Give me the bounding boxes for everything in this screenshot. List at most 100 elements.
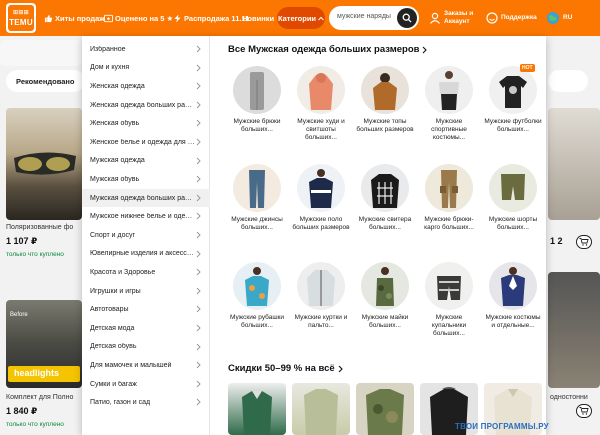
- chevron-right-icon: [196, 305, 202, 313]
- subcategory-item[interactable]: Мужские купальники больших...: [420, 262, 478, 352]
- subcategory-item[interactable]: Мужские свитера больших...: [356, 164, 414, 254]
- categories-dropdown: Избранное Дом и кухня Женская одежда Женска…: [82, 36, 546, 435]
- subcategory-label: Мужские поло больших размеров: [292, 216, 350, 231]
- subcategory-item[interactable]: Мужские худи и свитшоты больших...: [292, 66, 350, 156]
- deal-item[interactable]: [228, 383, 286, 435]
- subcategory-label: Мужские рубашки больших...: [229, 314, 285, 329]
- search-bar[interactable]: мужские наряды: [329, 6, 419, 30]
- subcategory-item[interactable]: Мужские костюмы и отдельные...: [484, 262, 542, 352]
- category-item[interactable]: Детская обувь: [82, 338, 210, 357]
- product-image[interactable]: Before headlights: [6, 300, 82, 388]
- subcategory-label: Мужские куртки и пальто...: [294, 314, 348, 329]
- account-menu[interactable]: Заказы и Аккаунт: [429, 0, 473, 36]
- subcategory-label: Мужские футболки больших...: [484, 118, 542, 133]
- support-link[interactable]: Поддержка: [486, 0, 537, 36]
- subcategory-label: Мужские шорты больших...: [488, 216, 538, 231]
- subcategory-item[interactable]: Мужские поло больших размеров: [292, 164, 350, 254]
- tracksuit-icon: [425, 66, 473, 114]
- category-item[interactable]: Женское белье и одежда для дома: [82, 133, 210, 152]
- subcategory-item[interactable]: Мужские брюки больших...: [228, 66, 286, 156]
- add-to-cart-button[interactable]: [576, 235, 592, 249]
- language-selector[interactable]: RU: [546, 0, 572, 36]
- tshirt-icon: [489, 66, 537, 114]
- category-item[interactable]: Мужская одежда: [82, 152, 210, 171]
- user-icon: [429, 12, 441, 24]
- subcategory-label: Мужские брюки-карго больших...: [424, 216, 474, 231]
- recommended-chip[interactable]: Рекомендовано: [6, 70, 85, 92]
- chevron-up-icon: [318, 16, 324, 21]
- subcategory-item[interactable]: Мужские куртки и пальто...: [292, 262, 350, 352]
- category-item[interactable]: Спорт и досуг: [82, 226, 210, 245]
- chevron-right-icon: [196, 101, 202, 109]
- chevron-right-icon: [196, 398, 202, 406]
- category-item[interactable]: Дом и кухня: [82, 59, 210, 78]
- cart-icon: [579, 238, 589, 246]
- chevron-right-icon: [196, 250, 202, 258]
- hoodie-icon: [297, 66, 345, 114]
- chevron-right-icon: [196, 361, 202, 369]
- add-to-cart-button[interactable]: [576, 404, 592, 418]
- subcategory-item[interactable]: Мужские майки больших...: [356, 262, 414, 352]
- subcategory-item[interactable]: Мужские джинсы больших...: [228, 164, 286, 254]
- subcategory-item[interactable]: Мужские шорты больших...: [484, 164, 542, 254]
- product-image[interactable]: [6, 108, 82, 220]
- category-item[interactable]: Красота и Здоровье: [82, 263, 210, 282]
- category-item[interactable]: Для мамочек и малышей: [82, 356, 210, 375]
- category-item[interactable]: Сумки и багаж: [82, 375, 210, 394]
- nav-new[interactable]: Новинки: [242, 0, 274, 36]
- deal-item[interactable]: [292, 383, 350, 435]
- nav-bestsellers[interactable]: Хиты продаж: [44, 0, 105, 36]
- subcategory-label: Мужские худи и свитшоты больших...: [297, 118, 345, 141]
- globe-icon: [546, 11, 560, 25]
- category-item[interactable]: Мужское нижнее белье и одежда для сна: [82, 207, 210, 226]
- chevron-right-icon: [196, 324, 202, 332]
- rating-icon: [104, 14, 113, 23]
- temu-logo[interactable]: ⊞⊞⊞ TEMU: [6, 3, 36, 33]
- thumbs-up-icon: [44, 14, 53, 23]
- chevron-right-icon: [196, 194, 202, 202]
- product-image[interactable]: [548, 108, 600, 220]
- category-item[interactable]: Женская одежда: [82, 77, 210, 96]
- category-item[interactable]: Патио, газон и сад: [82, 393, 210, 412]
- subcategory-label: Мужские джинсы больших...: [231, 216, 283, 231]
- chevron-right-icon: [422, 46, 428, 54]
- category-item[interactable]: Ювелирные изделия и аксессуары: [82, 245, 210, 264]
- categories-button[interactable]: Категории: [277, 7, 325, 29]
- category-item[interactable]: Автотовары: [82, 300, 210, 319]
- suit-icon: [489, 262, 537, 310]
- search-input[interactable]: мужские наряды: [337, 13, 391, 20]
- deal-item[interactable]: [356, 383, 414, 435]
- category-item[interactable]: Женская обувь: [82, 114, 210, 133]
- nav-sale[interactable]: Распродажа 11.11: [173, 0, 249, 36]
- deals-title-link[interactable]: Скидки 50–99 % на всё: [228, 363, 343, 374]
- jacket-icon: [297, 262, 345, 310]
- category-item[interactable]: Мужская обувь: [82, 170, 210, 189]
- subcategory-label: Мужские свитера больших...: [358, 216, 412, 231]
- nav-five-stars[interactable]: Оценено на 5 ★: [104, 0, 173, 36]
- chevron-right-icon: [196, 268, 202, 276]
- support-smile-icon: [486, 12, 498, 24]
- search-icon: [402, 13, 412, 23]
- category-item[interactable]: Женская одежда больших размеров: [82, 96, 210, 115]
- product-image[interactable]: [548, 272, 600, 388]
- subcategory-item[interactable]: Мужские рубашки больших...: [228, 262, 286, 352]
- subcategory-label: Мужские купальники больших...: [431, 314, 467, 337]
- chevron-right-icon: [196, 157, 202, 165]
- sweater-icon: [361, 164, 409, 212]
- pants-icon: [233, 66, 281, 114]
- subcategory-item[interactable]: Мужские топы больших размеров: [356, 66, 414, 156]
- subcategory-label: Мужские костюмы и отдельные...: [485, 314, 541, 329]
- category-item[interactable]: Избранное: [82, 40, 210, 59]
- search-button[interactable]: [397, 8, 417, 28]
- top-icon: [361, 66, 409, 114]
- swim-icon: [425, 262, 473, 310]
- subcategory-item[interactable]: Мужские спортивные костюмы...: [420, 66, 478, 156]
- category-item[interactable]: Мужская одежда больших размеров: [82, 188, 210, 208]
- section-title-link[interactable]: Все Мужская одежда больших размеров: [228, 44, 428, 55]
- category-item[interactable]: Детская мода: [82, 319, 210, 338]
- subcategory-item[interactable]: HOT Мужские футболки больших...: [484, 64, 542, 156]
- subcategory-item[interactable]: Мужские брюки-карго больших...: [420, 164, 478, 254]
- chevron-right-icon: [196, 175, 202, 183]
- hot-badge: HOT: [520, 64, 535, 72]
- category-item[interactable]: Игрушки и игры: [82, 282, 210, 301]
